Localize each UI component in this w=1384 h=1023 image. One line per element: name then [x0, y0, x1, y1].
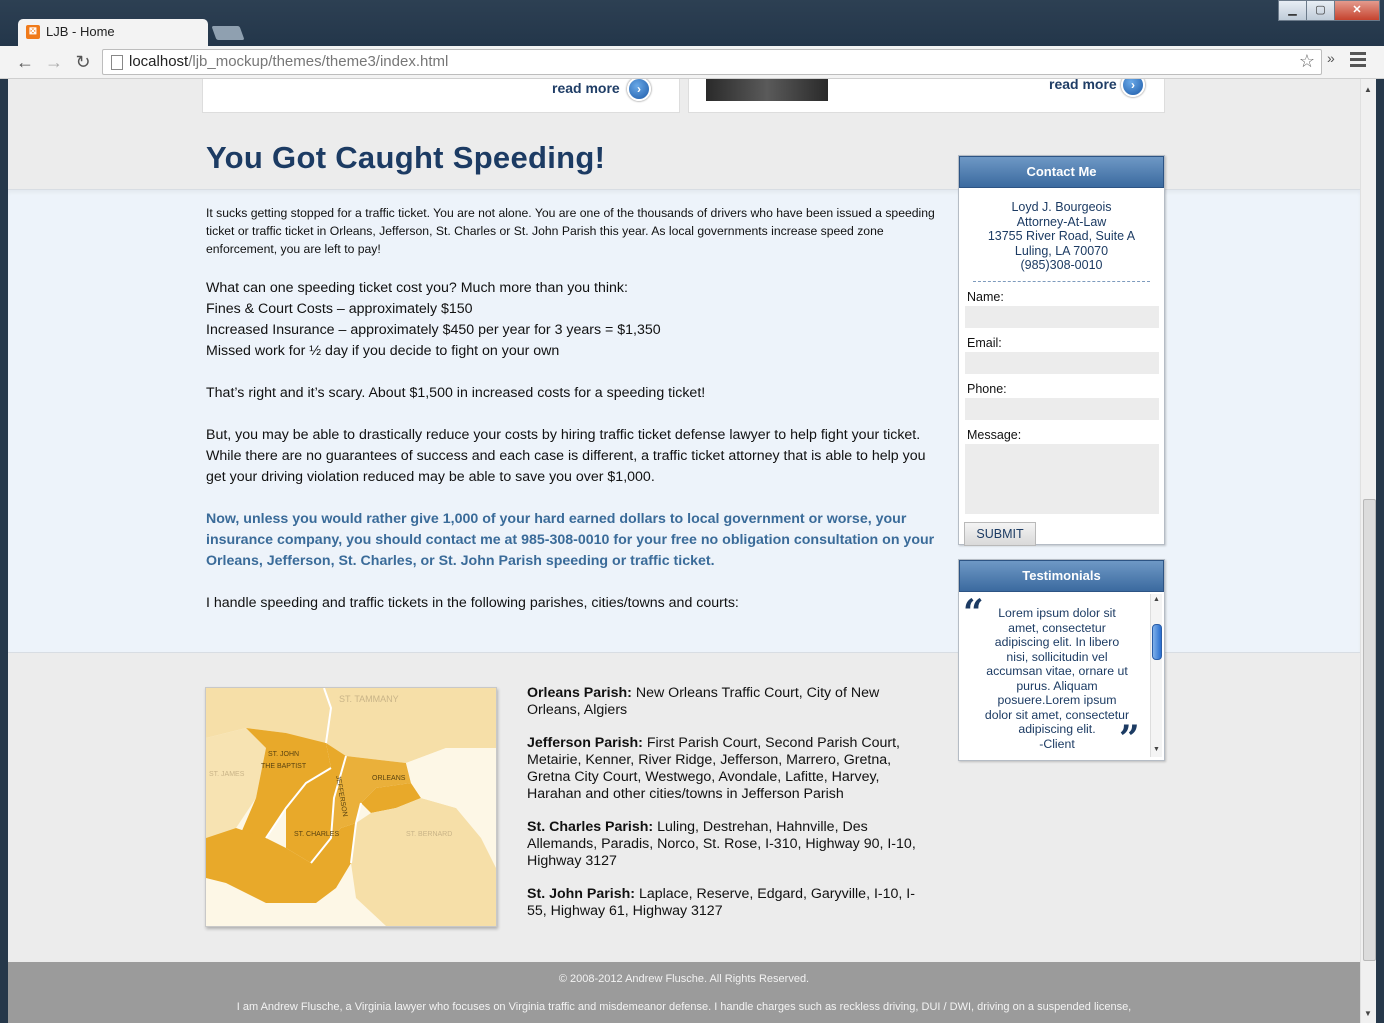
- map-label-orleans: ORLEANS: [372, 775, 406, 782]
- back-arrow-icon[interactable]: ←: [14, 51, 36, 73]
- xampp-favicon-icon: ⊠: [26, 25, 40, 39]
- testimonials-header: Testimonials: [959, 560, 1164, 592]
- attorney-photo: [706, 79, 828, 101]
- divider: [973, 280, 1150, 282]
- parish-st-charles: St. Charles Parish: Luling, Destrehan, H…: [527, 819, 916, 869]
- map-label-st-charles: ST. CHARLES: [294, 831, 339, 838]
- phone-number: (985)308-0010: [1020, 258, 1103, 272]
- forward-arrow-icon[interactable]: →: [43, 51, 65, 73]
- window-frame: [1376, 79, 1384, 1023]
- menu-icon[interactable]: [1350, 52, 1366, 70]
- phone-label: Phone:: [967, 381, 1007, 396]
- footer-about-text: I am Andrew Flusche, a Virginia lawyer w…: [236, 1001, 1132, 1013]
- address-line-1: 13755 River Road, Suite A: [987, 229, 1136, 243]
- scary-paragraph: That’s right and it’s scary. About $1,50…: [206, 385, 706, 401]
- extensions-chevron-icon[interactable]: »: [1327, 50, 1335, 66]
- close-quote-icon: ”: [1119, 718, 1140, 760]
- attorney-role: Attorney-At-Law: [1016, 214, 1107, 229]
- page-footer: © 2008-2012 Andrew Flusche. All Rights R…: [8, 962, 1360, 1023]
- bookmark-star-icon[interactable]: ☆: [1299, 51, 1315, 72]
- testimonial-body: “ Lorem ipsum dolor sit amet, consectetu…: [959, 592, 1164, 760]
- contact-details: Loyd J. Bourgeois Attorney-At-Law 13755 …: [959, 188, 1164, 273]
- name-label: Name:: [967, 289, 1004, 304]
- reduce-paragraph: But, you may be able to drastically redu…: [206, 427, 926, 485]
- copyright-text: © 2008-2012 Andrew Flusche. All Rights R…: [558, 973, 810, 985]
- reload-icon[interactable]: ↻: [72, 51, 94, 73]
- testimonials-box: Testimonials “ Lorem ipsum dolor sit ame…: [958, 559, 1165, 761]
- cost-insurance: Increased Insurance – approximately $450…: [206, 322, 661, 338]
- page-scroll-thumb[interactable]: [1363, 499, 1376, 961]
- testimonial-author: -Client: [1039, 736, 1075, 751]
- contact-header: Contact Me: [959, 156, 1164, 188]
- browser-tab[interactable]: ⊠ LJB - Home: [18, 19, 208, 46]
- parish-map: ST. TAMMANY ST. JAMES ST. JOHN THE BAPTI…: [205, 687, 497, 927]
- page-icon: [111, 55, 123, 70]
- feature-card-left: read more ›: [202, 79, 680, 113]
- tab-title: LJB - Home: [46, 24, 115, 39]
- scroll-down-icon[interactable]: ▼: [1364, 1009, 1372, 1018]
- cost-missed-work: Missed work for ½ day if you decide to f…: [206, 343, 560, 359]
- arrow-right-icon[interactable]: ›: [627, 79, 651, 101]
- open-quote-icon: “: [963, 592, 984, 634]
- address-line-2: Luling, LA 70070: [1014, 243, 1109, 258]
- phone-field[interactable]: [965, 397, 1159, 420]
- testimonial-text: Lorem ipsum dolor sit amet, consectetur …: [984, 606, 1130, 751]
- map-label-st-bernard: ST. BERNARD: [406, 831, 452, 838]
- scroll-up-icon[interactable]: ▲: [1364, 85, 1372, 94]
- page-title: You Got Caught Speeding!: [206, 140, 606, 175]
- cost-question: What can one speeding ticket cost you? M…: [206, 280, 628, 296]
- page-scrollbar[interactable]: ▲ ▼: [1360, 79, 1377, 1023]
- handle-paragraph: I handle speeding and traffic tickets in…: [206, 595, 739, 611]
- map-label-the-baptist: THE BAPTIST: [261, 763, 307, 770]
- browser-toolbar: ← → ↻ localhost/ljb_mockup/themes/theme3…: [0, 46, 1384, 79]
- message-field[interactable]: [965, 443, 1159, 514]
- new-tab-button[interactable]: [211, 26, 245, 40]
- scroll-down-icon[interactable]: ▼: [1153, 746, 1160, 753]
- parish-map-graphic: ST. TAMMANY ST. JAMES ST. JOHN THE BAPTI…: [206, 688, 496, 926]
- read-more-link[interactable]: read more: [552, 80, 620, 96]
- contact-box: Contact Me Loyd J. Bourgeois Attorney-At…: [958, 155, 1165, 546]
- email-label: Email:: [967, 335, 1002, 350]
- address-bar[interactable]: localhost/ljb_mockup/themes/theme3/index…: [102, 49, 1322, 75]
- parish-st-john: St. John Parish: Laplace, Reserve, Edgar…: [527, 886, 915, 919]
- parish-orleans: Orleans Parish: New Orleans Traffic Cour…: [527, 685, 880, 718]
- map-label-st-james: ST. JAMES: [209, 771, 245, 778]
- window-controls: ▁ ▢ ✕: [1278, 0, 1380, 21]
- close-icon[interactable]: ✕: [1334, 0, 1380, 21]
- email-field[interactable]: [965, 351, 1159, 374]
- minimize-icon[interactable]: ▁: [1278, 0, 1307, 21]
- window-titlebar: ⊠ LJB - Home ▁ ▢ ✕: [0, 0, 1384, 46]
- cost-fines: Fines & Court Costs – approximately $150: [206, 301, 473, 317]
- scroll-up-icon[interactable]: ▲: [1153, 596, 1160, 603]
- cta-paragraph: Now, unless you would rather give 1,000 …: [206, 511, 935, 569]
- url-text: localhost/ljb_mockup/themes/theme3/index…: [129, 53, 449, 70]
- scroll-thumb[interactable]: [1152, 624, 1162, 660]
- maximize-icon[interactable]: ▢: [1306, 0, 1335, 21]
- intro-paragraph: It sucks getting stopped for a traffic t…: [206, 206, 935, 256]
- submit-button[interactable]: SUBMIT: [964, 521, 1036, 546]
- parish-list: Orleans Parish: New Orleans Traffic Cour…: [527, 685, 927, 936]
- parish-jefferson: Jefferson Parish: First Parish Court, Se…: [527, 735, 900, 802]
- map-label-st-john: ST. JOHN: [268, 751, 299, 758]
- message-label: Message:: [967, 427, 1022, 442]
- map-label-st-tammany: ST. TAMMANY: [339, 694, 399, 704]
- testimonial-scrollbar[interactable]: ▲ ▼: [1150, 594, 1162, 757]
- name-field[interactable]: [965, 305, 1159, 328]
- read-more-link[interactable]: read more: [1049, 79, 1117, 92]
- attorney-name: Loyd J. Bourgeois: [1011, 200, 1112, 214]
- arrow-right-icon[interactable]: ›: [1121, 79, 1145, 97]
- page-viewport: read more › read more › You Got Caught S…: [8, 79, 1360, 1023]
